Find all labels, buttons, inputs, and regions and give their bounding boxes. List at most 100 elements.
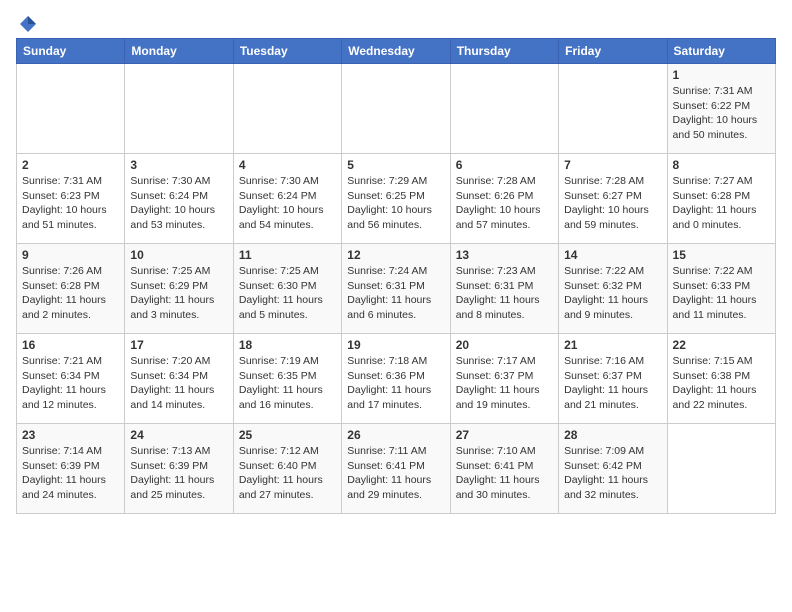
- calendar-table: SundayMondayTuesdayWednesdayThursdayFrid…: [16, 38, 776, 514]
- calendar-cell: 22 Sunrise: 7:15 AM Sunset: 6:38 PM Dayli…: [667, 334, 775, 424]
- day-info: Sunrise: 7:20 AM Sunset: 6:34 PM Dayligh…: [130, 354, 227, 413]
- calendar-cell: 20 Sunrise: 7:17 AM Sunset: 6:37 PM Dayli…: [450, 334, 558, 424]
- calendar-cell: [125, 64, 233, 154]
- calendar-cell: 16 Sunrise: 7:21 AM Sunset: 6:34 PM Dayli…: [17, 334, 125, 424]
- calendar-cell: [17, 64, 125, 154]
- calendar-header-saturday: Saturday: [667, 39, 775, 64]
- day-number: 8: [673, 158, 770, 172]
- day-info: Sunrise: 7:21 AM Sunset: 6:34 PM Dayligh…: [22, 354, 119, 413]
- calendar-cell: [450, 64, 558, 154]
- day-number: 10: [130, 248, 227, 262]
- calendar-cell: 11 Sunrise: 7:25 AM Sunset: 6:30 PM Dayli…: [233, 244, 341, 334]
- calendar-week-5: 23 Sunrise: 7:14 AM Sunset: 6:39 PM Dayli…: [17, 424, 776, 514]
- calendar-cell: 12 Sunrise: 7:24 AM Sunset: 6:31 PM Dayli…: [342, 244, 450, 334]
- calendar-cell: [559, 64, 667, 154]
- calendar-header-tuesday: Tuesday: [233, 39, 341, 64]
- day-info: Sunrise: 7:12 AM Sunset: 6:40 PM Dayligh…: [239, 444, 336, 503]
- day-info: Sunrise: 7:11 AM Sunset: 6:41 PM Dayligh…: [347, 444, 444, 503]
- day-info: Sunrise: 7:30 AM Sunset: 6:24 PM Dayligh…: [239, 174, 336, 233]
- calendar-cell: [233, 64, 341, 154]
- day-number: 9: [22, 248, 119, 262]
- day-info: Sunrise: 7:25 AM Sunset: 6:29 PM Dayligh…: [130, 264, 227, 323]
- calendar-cell: 18 Sunrise: 7:19 AM Sunset: 6:35 PM Dayli…: [233, 334, 341, 424]
- day-number: 21: [564, 338, 661, 352]
- page-header: [16, 16, 776, 30]
- day-number: 24: [130, 428, 227, 442]
- calendar-week-4: 16 Sunrise: 7:21 AM Sunset: 6:34 PM Dayli…: [17, 334, 776, 424]
- calendar-week-3: 9 Sunrise: 7:26 AM Sunset: 6:28 PM Daylig…: [17, 244, 776, 334]
- calendar-cell: 9 Sunrise: 7:26 AM Sunset: 6:28 PM Daylig…: [17, 244, 125, 334]
- day-info: Sunrise: 7:24 AM Sunset: 6:31 PM Dayligh…: [347, 264, 444, 323]
- day-number: 23: [22, 428, 119, 442]
- calendar-cell: 15 Sunrise: 7:22 AM Sunset: 6:33 PM Dayli…: [667, 244, 775, 334]
- day-number: 6: [456, 158, 553, 172]
- calendar-header-monday: Monday: [125, 39, 233, 64]
- day-number: 28: [564, 428, 661, 442]
- day-info: Sunrise: 7:14 AM Sunset: 6:39 PM Dayligh…: [22, 444, 119, 503]
- calendar-cell: [342, 64, 450, 154]
- calendar-cell: 26 Sunrise: 7:11 AM Sunset: 6:41 PM Dayli…: [342, 424, 450, 514]
- day-info: Sunrise: 7:18 AM Sunset: 6:36 PM Dayligh…: [347, 354, 444, 413]
- day-number: 16: [22, 338, 119, 352]
- calendar-cell: 24 Sunrise: 7:13 AM Sunset: 6:39 PM Dayli…: [125, 424, 233, 514]
- calendar-week-1: 1 Sunrise: 7:31 AM Sunset: 6:22 PM Daylig…: [17, 64, 776, 154]
- calendar-cell: 23 Sunrise: 7:14 AM Sunset: 6:39 PM Dayli…: [17, 424, 125, 514]
- calendar-cell: 14Sunrise: 7:22 AM Sunset: 6:32 PM Dayli…: [559, 244, 667, 334]
- day-info: Sunrise: 7:13 AM Sunset: 6:39 PM Dayligh…: [130, 444, 227, 503]
- day-number: 4: [239, 158, 336, 172]
- day-number: 2: [22, 158, 119, 172]
- calendar-cell: 6 Sunrise: 7:28 AM Sunset: 6:26 PM Daylig…: [450, 154, 558, 244]
- day-number: 26: [347, 428, 444, 442]
- day-info: Sunrise: 7:16 AM Sunset: 6:37 PM Dayligh…: [564, 354, 661, 413]
- day-number: 19: [347, 338, 444, 352]
- day-number: 14: [564, 248, 661, 262]
- day-info: Sunrise: 7:22 AM Sunset: 6:33 PM Dayligh…: [673, 264, 770, 323]
- day-number: 22: [673, 338, 770, 352]
- calendar-week-2: 2 Sunrise: 7:31 AM Sunset: 6:23 PM Daylig…: [17, 154, 776, 244]
- day-info: Sunrise: 7:30 AM Sunset: 6:24 PM Dayligh…: [130, 174, 227, 233]
- day-number: 7: [564, 158, 661, 172]
- day-info: Sunrise: 7:27 AM Sunset: 6:28 PM Dayligh…: [673, 174, 770, 233]
- day-info: Sunrise: 7:10 AM Sunset: 6:41 PM Dayligh…: [456, 444, 553, 503]
- calendar-cell: [667, 424, 775, 514]
- calendar-cell: 4 Sunrise: 7:30 AM Sunset: 6:24 PM Daylig…: [233, 154, 341, 244]
- day-info: Sunrise: 7:15 AM Sunset: 6:38 PM Dayligh…: [673, 354, 770, 413]
- calendar-cell: 10 Sunrise: 7:25 AM Sunset: 6:29 PM Dayli…: [125, 244, 233, 334]
- calendar-cell: 17 Sunrise: 7:20 AM Sunset: 6:34 PM Dayli…: [125, 334, 233, 424]
- day-info: Sunrise: 7:09 AM Sunset: 6:42 PM Dayligh…: [564, 444, 661, 503]
- day-number: 12: [347, 248, 444, 262]
- day-number: 27: [456, 428, 553, 442]
- day-info: Sunrise: 7:23 AM Sunset: 6:31 PM Dayligh…: [456, 264, 553, 323]
- calendar-header-row: SundayMondayTuesdayWednesdayThursdayFrid…: [17, 39, 776, 64]
- calendar-cell: 5 Sunrise: 7:29 AM Sunset: 6:25 PM Daylig…: [342, 154, 450, 244]
- calendar-header-friday: Friday: [559, 39, 667, 64]
- day-info: Sunrise: 7:19 AM Sunset: 6:35 PM Dayligh…: [239, 354, 336, 413]
- day-number: 17: [130, 338, 227, 352]
- day-number: 5: [347, 158, 444, 172]
- calendar-cell: 2 Sunrise: 7:31 AM Sunset: 6:23 PM Daylig…: [17, 154, 125, 244]
- calendar-cell: 19 Sunrise: 7:18 AM Sunset: 6:36 PM Dayli…: [342, 334, 450, 424]
- calendar-cell: 1 Sunrise: 7:31 AM Sunset: 6:22 PM Daylig…: [667, 64, 775, 154]
- calendar-cell: 3 Sunrise: 7:30 AM Sunset: 6:24 PM Daylig…: [125, 154, 233, 244]
- logo: [16, 16, 38, 30]
- day-number: 20: [456, 338, 553, 352]
- day-number: 3: [130, 158, 227, 172]
- day-info: Sunrise: 7:29 AM Sunset: 6:25 PM Dayligh…: [347, 174, 444, 233]
- calendar-cell: 27 Sunrise: 7:10 AM Sunset: 6:41 PM Dayli…: [450, 424, 558, 514]
- calendar-cell: 21 Sunrise: 7:16 AM Sunset: 6:37 PM Dayli…: [559, 334, 667, 424]
- day-number: 25: [239, 428, 336, 442]
- day-info: Sunrise: 7:17 AM Sunset: 6:37 PM Dayligh…: [456, 354, 553, 413]
- calendar-cell: 7Sunrise: 7:28 AM Sunset: 6:27 PM Daylig…: [559, 154, 667, 244]
- day-info: Sunrise: 7:31 AM Sunset: 6:23 PM Dayligh…: [22, 174, 119, 233]
- day-number: 18: [239, 338, 336, 352]
- day-info: Sunrise: 7:26 AM Sunset: 6:28 PM Dayligh…: [22, 264, 119, 323]
- calendar-cell: 28 Sunrise: 7:09 AM Sunset: 6:42 PM Dayli…: [559, 424, 667, 514]
- logo-flag-icon: [18, 14, 38, 34]
- day-info: Sunrise: 7:31 AM Sunset: 6:22 PM Dayligh…: [673, 84, 770, 143]
- day-number: 11: [239, 248, 336, 262]
- day-info: Sunrise: 7:25 AM Sunset: 6:30 PM Dayligh…: [239, 264, 336, 323]
- day-number: 1: [673, 68, 770, 82]
- day-info: Sunrise: 7:28 AM Sunset: 6:26 PM Dayligh…: [456, 174, 553, 233]
- day-number: 15: [673, 248, 770, 262]
- calendar-cell: 8 Sunrise: 7:27 AM Sunset: 6:28 PM Daylig…: [667, 154, 775, 244]
